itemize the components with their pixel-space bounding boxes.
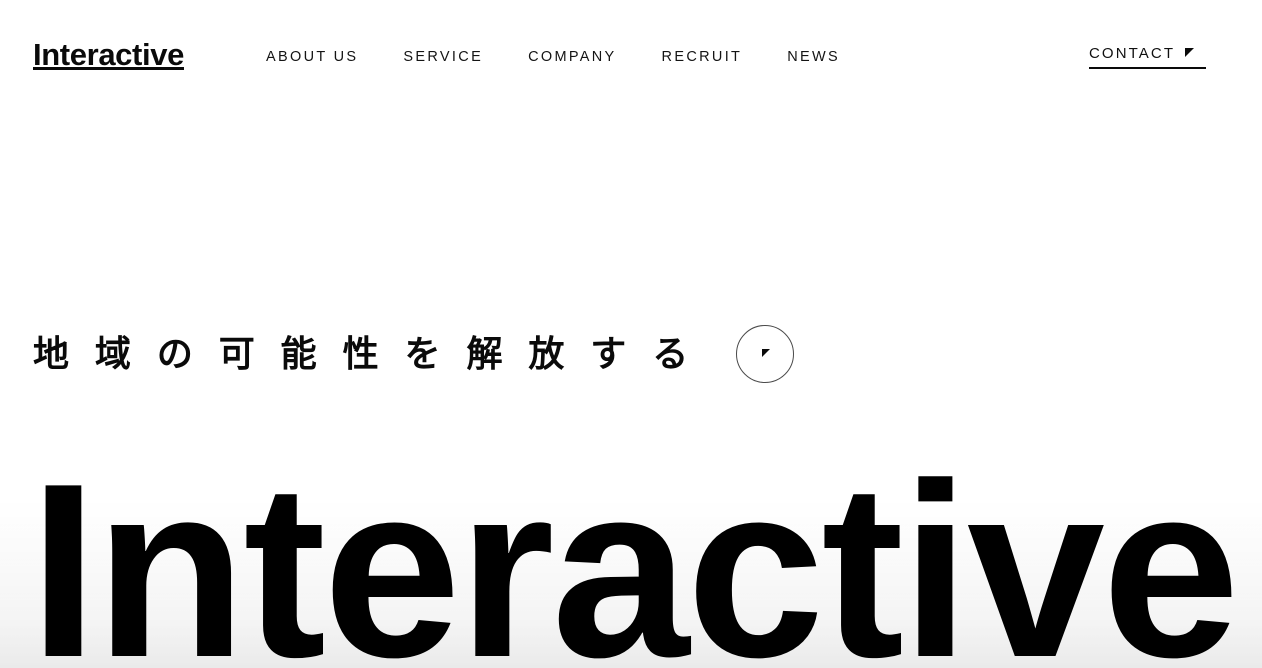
- arrow-diagonal-icon: [1185, 48, 1195, 57]
- play-arrow-icon: [762, 349, 770, 357]
- contact-label: CONTACT: [1089, 45, 1176, 62]
- nav-item-recruit[interactable]: RECRUIT: [662, 50, 743, 65]
- hero-headline: 地域の可能性を解放する: [33, 330, 714, 380]
- site-header: Interactive ABOUT US SERVICE COMPANY REC…: [0, 0, 1262, 112]
- nav-item-company[interactable]: COMPANY: [528, 50, 616, 65]
- contact-button[interactable]: CONTACT: [1089, 46, 1206, 69]
- hero-display-word: Interactive: [29, 431, 1240, 668]
- main-navigation: ABOUT US SERVICE COMPANY RECRUIT NEWS: [266, 50, 840, 65]
- site-logo[interactable]: Interactive: [33, 39, 184, 70]
- nav-item-about-us[interactable]: ABOUT US: [266, 50, 358, 65]
- play-button[interactable]: [736, 325, 794, 383]
- nav-item-news[interactable]: NEWS: [787, 50, 840, 65]
- nav-item-service[interactable]: SERVICE: [403, 50, 483, 65]
- hero-headline-text: 地域の可能性を解放する: [33, 334, 715, 375]
